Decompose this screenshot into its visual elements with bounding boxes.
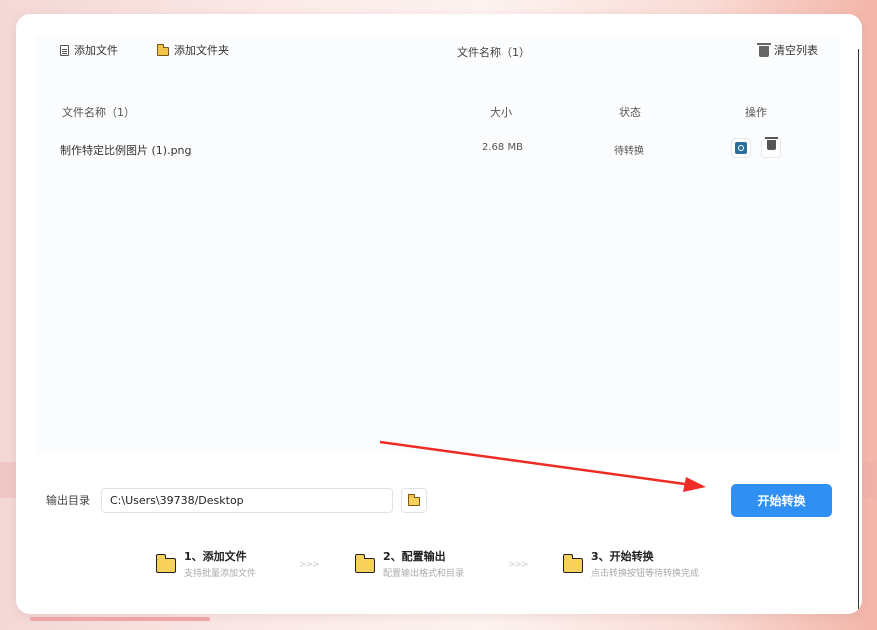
annotation-arrow: [379, 440, 706, 492]
app-window: 添加文件 添加文件夹 文件名称（1） 清空列表 文件名称（1） 大小 状态 操作…: [16, 14, 862, 614]
background-accent-bar: [30, 617, 210, 621]
arrow-line: [379, 440, 693, 487]
arrow-head: [683, 477, 706, 492]
